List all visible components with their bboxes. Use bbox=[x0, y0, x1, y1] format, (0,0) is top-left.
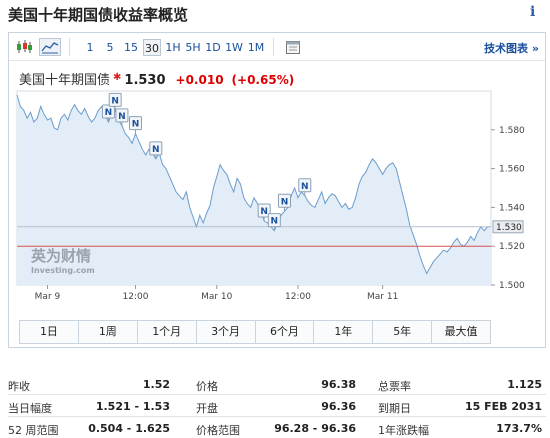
x-tick-label: Mar 10 bbox=[201, 292, 233, 302]
x-tick-label: 12:00 bbox=[123, 292, 149, 302]
svg-text:N: N bbox=[260, 207, 268, 217]
current-price-label: 1.530 bbox=[496, 223, 522, 233]
stat-value: 15 FEB 2031 bbox=[465, 400, 542, 413]
stat-value: 1.521 - 1.53 bbox=[95, 400, 170, 413]
y-tick-label: 1.520 bbox=[499, 242, 525, 252]
range-1m[interactable]: 1个月 bbox=[137, 321, 197, 343]
y-tick-label: 1.560 bbox=[499, 165, 525, 175]
svg-text:N: N bbox=[301, 182, 309, 192]
stat-label: 总票率 bbox=[378, 380, 411, 393]
x-tick-label: Mar 11 bbox=[367, 292, 398, 302]
svg-text:Investing.com: Investing.com bbox=[31, 266, 95, 275]
stats-row: 52 周范围 0.504 - 1.625 价格范围 96.28 - 96.36 … bbox=[8, 418, 546, 438]
range-1y[interactable]: 1年 bbox=[314, 321, 374, 343]
stat-value: 96.36 bbox=[321, 400, 356, 413]
stat-value: 1.125 bbox=[507, 378, 542, 391]
stat-value: 96.28 - 96.36 bbox=[274, 422, 356, 435]
x-tick-label: 12:00 bbox=[285, 292, 311, 302]
svg-text:N: N bbox=[152, 145, 160, 155]
stat-label: 当日幅度 bbox=[8, 402, 52, 415]
svg-text:N: N bbox=[281, 197, 289, 207]
range-5y[interactable]: 5年 bbox=[373, 321, 433, 343]
range-1w[interactable]: 1周 bbox=[78, 321, 138, 343]
range-1d[interactable]: 1日 bbox=[20, 321, 79, 343]
y-tick-label: 1.500 bbox=[499, 281, 525, 291]
stat-label: 开盘 bbox=[196, 402, 218, 415]
stats-row: 当日幅度 1.521 - 1.53 开盘 96.36 到期日 15 FEB 20… bbox=[8, 396, 546, 417]
price-chart[interactable]: 英为财情 Investing.com NNNNNNNNN 1.5801.5601… bbox=[9, 33, 545, 317]
page-title: 美国十年期国债收益率概览 bbox=[8, 6, 189, 24]
range-selector: 1日 1周 1个月 3个月 6个月 1年 5年 最大值 bbox=[19, 320, 491, 344]
svg-text:N: N bbox=[118, 112, 126, 122]
svg-text:英为财情: 英为财情 bbox=[31, 247, 91, 265]
info-icon[interactable]: i bbox=[530, 4, 535, 20]
stats-row: 昨收 1.52 价格 96.38 总票率 1.125 bbox=[8, 374, 546, 395]
stat-value: 0.504 - 1.625 bbox=[88, 422, 170, 435]
range-max[interactable]: 最大值 bbox=[432, 321, 490, 343]
stat-label: 到期日 bbox=[378, 402, 411, 415]
range-3m[interactable]: 3个月 bbox=[196, 321, 256, 343]
stat-label: 1年涨跌幅 bbox=[378, 424, 429, 437]
stat-label: 价格 bbox=[196, 380, 218, 393]
svg-text:N: N bbox=[111, 96, 119, 106]
stat-label: 52 周范围 bbox=[8, 424, 59, 437]
stat-label: 昨收 bbox=[8, 380, 30, 393]
page-header: 美国十年期国债收益率概览 i bbox=[0, 0, 550, 30]
svg-text:N: N bbox=[132, 120, 140, 130]
x-tick-label: Mar 9 bbox=[35, 292, 61, 302]
investing-watermark: 英为财情 Investing.com bbox=[31, 247, 95, 275]
y-tick-label: 1.580 bbox=[499, 126, 525, 136]
stat-value: 173.7% bbox=[496, 422, 542, 435]
stat-value: 96.38 bbox=[321, 378, 356, 391]
stat-label: 价格范围 bbox=[196, 424, 240, 437]
svg-text:N: N bbox=[271, 217, 279, 227]
range-6m[interactable]: 6个月 bbox=[255, 321, 315, 343]
y-tick-label: 1.540 bbox=[499, 203, 525, 213]
stat-value: 1.52 bbox=[142, 378, 170, 391]
chart-panel: 1 5 15 30 1H 5H 1D 1W 1M 技术图表 » 美国十年期国债 ✱… bbox=[8, 32, 546, 348]
svg-text:N: N bbox=[105, 108, 113, 118]
